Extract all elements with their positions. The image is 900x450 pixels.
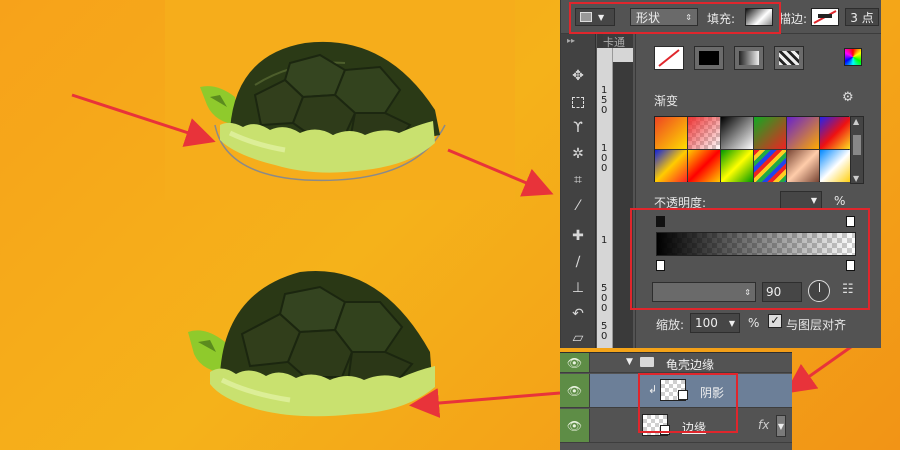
pattern-fill-button[interactable] [774,46,804,70]
layers-panel: 👁 ▼ 龟壳边缘 👁 ↲ 阴影 👁 边缘 fx ▼ [560,352,792,450]
color-stop-left[interactable] [656,260,665,271]
gradient-fill-panel: 渐变 ⚙ ▲ ▼ 不透明度: ▼ % ⇕ 90 ☷ 缩放: 100 ▼ % ✓ … [630,34,881,348]
gradient-swatch[interactable] [721,117,753,149]
eraser-tool-icon[interactable]: ▱ [566,326,590,350]
dropdown-arrow-icon: ▼ [728,318,735,328]
solid-fill-button[interactable] [694,46,724,70]
ruler-label: 0 [601,163,608,174]
stroke-label: 描边: [779,12,808,26]
gradient-swatch[interactable] [787,150,819,182]
photoshop-window: ▼ 形状 ⇕ 填充: 描边: 3 点 ▸▸ ✥ ϒ ✲ ⌗ ⁄ ✚ ∕ ⊥ ↶ … [560,0,881,348]
ruler-label: 1 [601,235,608,246]
layer-row-group[interactable]: 👁 ▼ 龟壳边缘 [560,353,792,373]
scroll-down-icon: ▼ [853,174,860,183]
scale-label: 缩放: [656,318,685,332]
turtle-shell-bottom [188,271,435,417]
gradient-swatch[interactable] [754,117,786,149]
no-fill-button[interactable] [654,46,684,70]
stamp-tool-icon[interactable]: ⊥ [566,276,590,300]
horizontal-ruler [613,48,633,62]
opacity-input[interactable]: ▼ [780,191,822,209]
opacity-stop-right[interactable] [846,216,855,227]
options-highlight-box [569,2,781,34]
gradient-fill-button[interactable] [734,46,764,70]
scale-input-value: 100 [695,316,718,330]
healing-brush-icon[interactable]: ✚ [566,224,590,248]
document-tab[interactable]: 卡通 [603,34,633,49]
brush-tool-icon[interactable]: ∕ [566,250,590,274]
gradient-swatch[interactable] [787,117,819,149]
ruler-label: 0 [601,331,608,342]
stroke-swatch[interactable] [811,8,839,26]
gradient-swatch[interactable] [688,150,720,182]
align-with-layer-label: 与图层对齐 [786,318,847,332]
gradient-bar[interactable] [656,232,856,256]
eye-icon[interactable]: 👁 [560,409,590,442]
toolbar-grip: ▸▸ [567,36,576,45]
no-fill-icon [658,49,680,67]
tools-panel: ▸▸ ✥ ϒ ✲ ⌗ ⁄ ✚ ∕ ⊥ ↶ ▱ [561,34,596,348]
gradient-style-select[interactable]: ⇕ [652,282,756,302]
scale-input[interactable]: 100 ▼ [690,313,740,333]
crop-tool-icon[interactable]: ⌗ [566,168,590,192]
gradient-swatch[interactable] [820,117,852,149]
gradient-swatch[interactable] [655,117,687,149]
history-brush-icon[interactable]: ↶ [566,302,590,326]
align-with-layer-checkbox[interactable]: ✓ [768,314,782,328]
eye-icon[interactable]: 👁 [560,353,590,372]
updown-icon: ⇕ [744,287,751,297]
magic-wand-icon[interactable]: ✲ [566,142,590,166]
gear-icon[interactable]: ⚙ [842,90,854,105]
solid-fill-icon [699,51,719,65]
move-tool-icon[interactable]: ✥ [566,64,590,88]
gradient-swatch[interactable] [688,117,720,149]
reverse-options-icon[interactable]: ☷ [842,282,854,297]
pattern-fill-icon [779,51,799,65]
turtle-shell-top [200,41,446,182]
scale-unit: % [748,316,760,330]
ruler-label: 0 [601,105,608,116]
lasso-tool-icon[interactable]: ϒ [566,116,590,140]
opacity-stop-left[interactable] [656,216,665,227]
gradient-swatch[interactable] [820,150,852,182]
opacity-unit: % [834,194,846,208]
group-collapse-icon[interactable]: ▼ [626,357,633,367]
gradient-swatch[interactable] [754,150,786,182]
gradient-swatch[interactable] [655,150,687,182]
stroke-width-input[interactable]: 3 点 [845,8,879,26]
scroll-up-icon: ▲ [853,117,860,126]
eye-icon[interactable]: 👁 [560,374,590,407]
effects-expand-icon[interactable]: ▼ [776,415,786,437]
gradient-panel-title: 渐变 [654,94,679,108]
gradient-fill-icon [739,51,759,65]
stroke-none-icon [813,10,837,24]
folder-icon [640,357,654,367]
layer-effects-icon[interactable]: fx [758,418,769,432]
gradient-swatch[interactable] [721,150,753,182]
swatch-scrollbar[interactable]: ▲ ▼ [850,116,864,184]
eyedropper-icon[interactable]: ⁄ [566,194,590,218]
color-stop-right[interactable] [846,260,855,271]
gradient-swatch-grid [654,116,852,182]
layers-highlight-box [638,373,738,433]
ruler-label: 0 [601,303,608,314]
angle-input[interactable]: 90 [762,282,802,302]
artboard-canvas [0,0,560,450]
marquee-tool-icon[interactable] [566,90,590,114]
dropdown-arrow-icon: ▼ [810,195,817,205]
scroll-thumb[interactable] [853,135,861,155]
layer-name-group: 龟壳边缘 [666,358,715,372]
color-picker-icon[interactable] [844,48,862,66]
angle-dial-icon[interactable] [808,280,830,302]
